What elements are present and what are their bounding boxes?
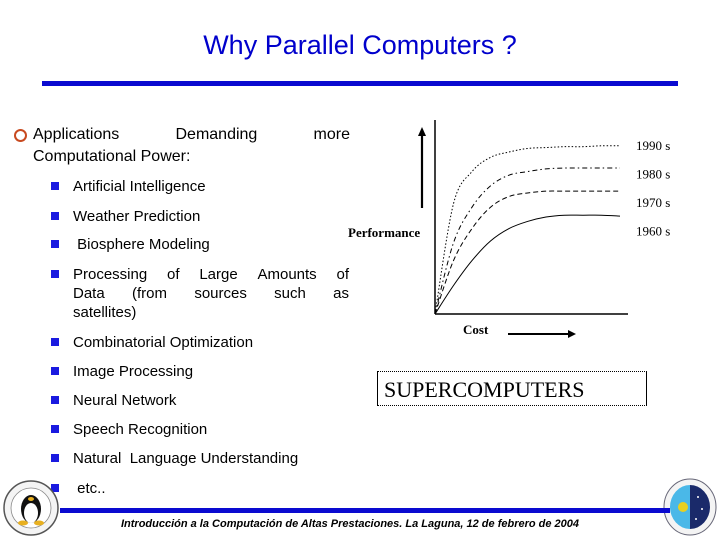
legend-label: 1960 s: [636, 224, 670, 239]
legend-label: 1970 s: [636, 195, 670, 210]
institute-seal-logo: [663, 478, 717, 536]
legend-label: 1990 s: [636, 138, 670, 153]
up-arrow-icon: [418, 127, 426, 136]
series-line-1970s: [434, 190, 620, 315]
footer-text: Introducción a la Computación de Altas P…: [120, 518, 580, 530]
series-line-1980s: [434, 167, 620, 315]
performance-cost-chart: Performance Cost 1990 s 1980 s 1970 s 1960 …: [348, 120, 670, 338]
penguin-seal-logo: [3, 480, 59, 536]
legend-label: 1980 s: [636, 167, 670, 182]
right-arrow-icon: [568, 330, 576, 338]
y-axis-label: Performance: [348, 225, 420, 240]
x-axis-label: Cost: [463, 322, 489, 337]
footer-rule: [60, 508, 670, 513]
series-line-1960s: [434, 214, 621, 315]
supercomputers-box: SUPERCOMPUTERS: [377, 371, 647, 406]
series-line-1990s: [434, 145, 621, 315]
